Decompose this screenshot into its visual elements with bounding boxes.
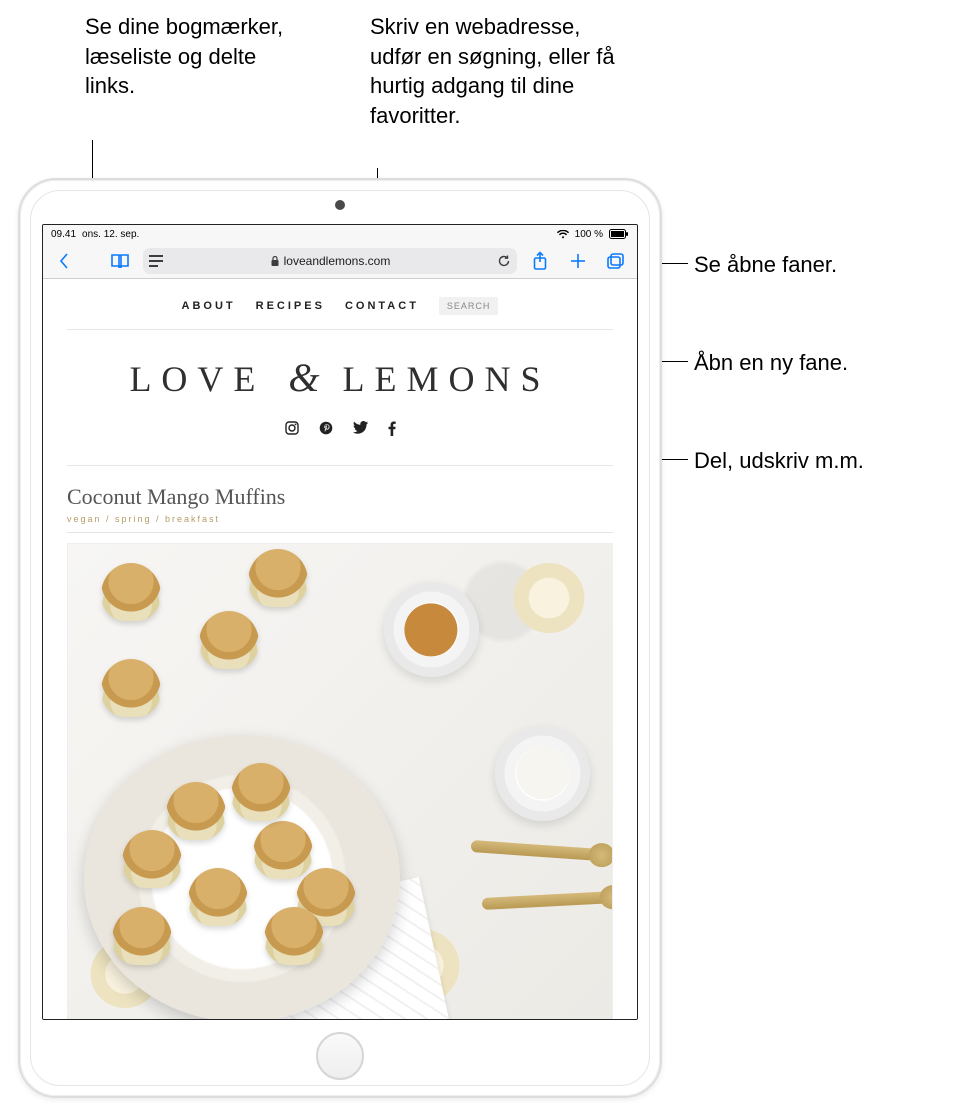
status-battery-text: 100 % (575, 229, 603, 240)
address-bar[interactable]: loveandlemons.com (143, 248, 517, 274)
share-button[interactable] (525, 246, 555, 276)
callout-share: Del, udskriv m.m. (694, 446, 864, 476)
safari-toolbar: loveandlemons.com (43, 243, 637, 279)
callout-tabs: Se åbne faner. (694, 250, 837, 280)
social-row (67, 421, 613, 441)
address-domain: loveandlemons.com (284, 254, 391, 268)
pinterest-icon[interactable] (319, 421, 333, 441)
nav-contact[interactable]: CONTACT (345, 300, 419, 312)
divider (67, 532, 613, 533)
divider (67, 329, 613, 330)
refresh-icon[interactable] (497, 254, 511, 268)
callout-bookmarks: Se dine bogmærker, læseliste og delte li… (85, 12, 285, 101)
post-title: Coconut Mango Muffins (67, 484, 613, 510)
site-nav: ABOUT RECIPES CONTACT SEARCH (67, 279, 613, 323)
callout-address: Skriv en webadresse, udfør en søgning, e… (370, 12, 630, 131)
ipad-device: 09.41 ons. 12. sep. 100 % (18, 178, 662, 1098)
webpage-content: ABOUT RECIPES CONTACT SEARCH LOVE & LEMO… (43, 279, 637, 1019)
nav-search[interactable]: SEARCH (439, 297, 499, 315)
logo-ampersand: & (284, 355, 323, 400)
camera-dot (335, 200, 345, 210)
nav-about[interactable]: ABOUT (182, 300, 236, 312)
new-tab-button[interactable] (563, 246, 593, 276)
callout-newtab: Åbn en ny fane. (694, 348, 848, 378)
battery-icon (609, 229, 629, 239)
home-button[interactable] (316, 1032, 364, 1080)
lock-icon (270, 255, 280, 267)
logo-left: LOVE (129, 359, 265, 399)
post-meta: vegan / spring / breakfast (67, 514, 613, 524)
reader-icon[interactable] (149, 255, 163, 267)
twitter-icon[interactable] (353, 421, 368, 441)
status-date: ons. 12. sep. (82, 229, 139, 240)
site-logo: LOVE & LEMONS (67, 354, 613, 401)
instagram-icon[interactable] (285, 421, 299, 441)
status-time: 09.41 (51, 229, 76, 240)
status-bar: 09.41 ons. 12. sep. 100 % (43, 225, 637, 243)
back-button[interactable] (49, 246, 79, 276)
tabs-button[interactable] (601, 246, 631, 276)
bookmarks-button[interactable] (105, 246, 135, 276)
screen: 09.41 ons. 12. sep. 100 % (42, 224, 638, 1020)
nav-recipes[interactable]: RECIPES (256, 300, 325, 312)
logo-right: LEMONS (343, 359, 551, 399)
post-photo (67, 543, 613, 1019)
wifi-icon (557, 230, 569, 239)
divider (67, 465, 613, 466)
forward-button[interactable] (87, 246, 97, 276)
facebook-icon[interactable] (388, 421, 396, 441)
